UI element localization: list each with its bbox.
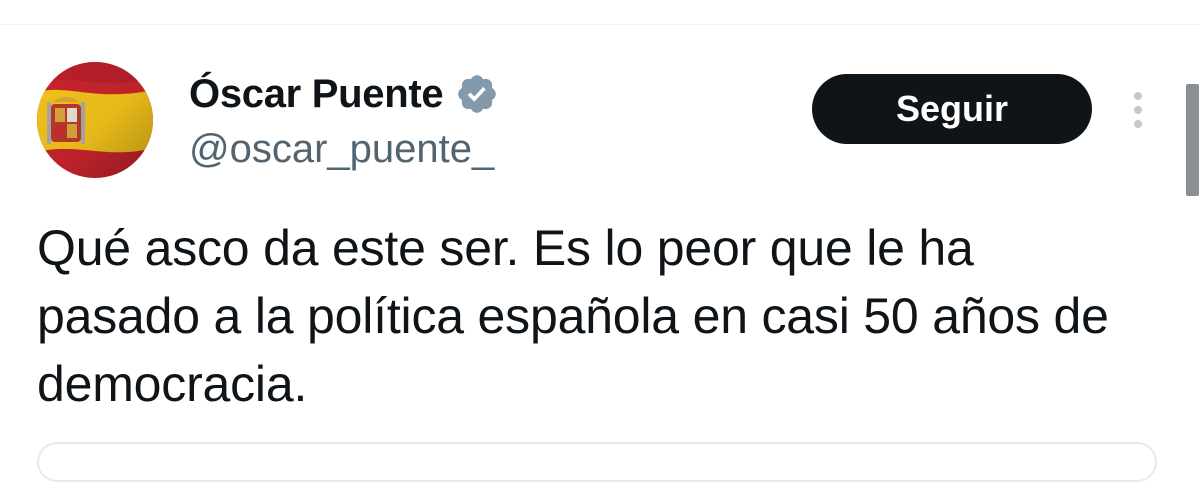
author-display-name[interactable]: Óscar Puente	[189, 72, 444, 117]
tweet-text: Qué asco da este ser. Es lo peor que le …	[37, 220, 1109, 412]
top-divider	[0, 24, 1199, 25]
more-vertical-icon[interactable]	[1126, 88, 1150, 132]
avatar[interactable]	[37, 62, 153, 178]
scrollbar-thumb[interactable]	[1186, 84, 1199, 196]
follow-button[interactable]: Seguir	[812, 74, 1092, 144]
author-handle[interactable]: @oscar_puente_	[189, 127, 494, 172]
author-name-row: Óscar Puente	[189, 66, 499, 122]
spanish-flag-icon	[37, 62, 153, 178]
verified-badge-icon[interactable]	[455, 72, 499, 116]
quoted-tweet-card[interactable]	[37, 442, 1157, 482]
